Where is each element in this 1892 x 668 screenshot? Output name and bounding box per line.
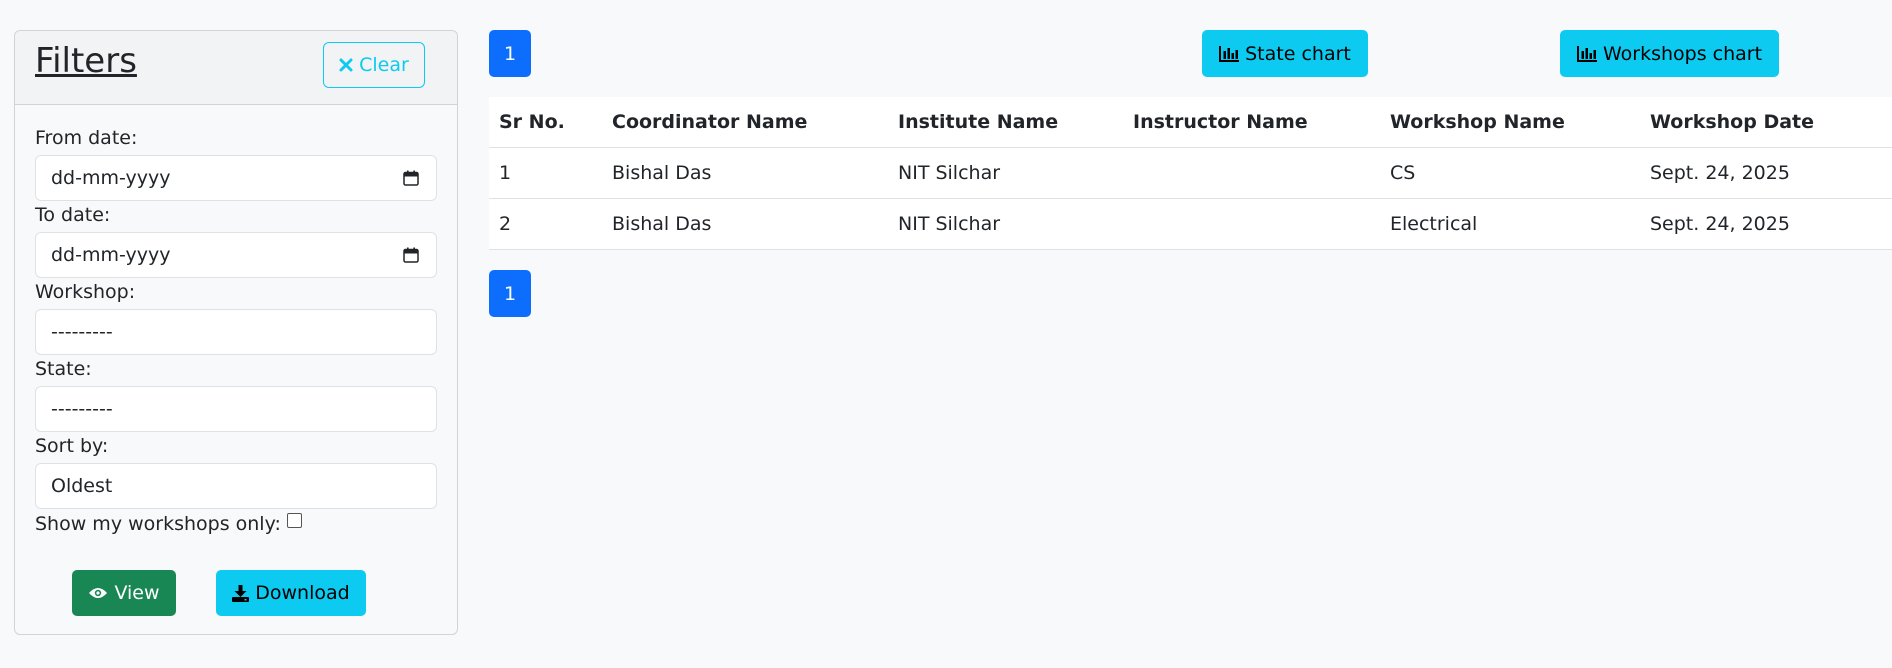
cell-workshop-name: Electrical <box>1380 198 1640 250</box>
header-coordinator-name: Coordinator Name <box>602 97 888 148</box>
sort-by-select-value: Oldest <box>51 475 113 497</box>
to-date-input[interactable]: dd-mm-yyyy <box>35 232 437 278</box>
table-row: 2 Bishal Das NIT Silchar Electrical Sept… <box>489 198 1892 250</box>
cell-instructor-name <box>1123 147 1380 199</box>
filters-title: Filters <box>35 41 137 81</box>
workshops-table: Sr No. Coordinator Name Institute Name I… <box>489 97 1892 250</box>
workshops-chart-button[interactable]: Workshops chart <box>1560 30 1779 77</box>
cell-instructor-name <box>1123 198 1380 250</box>
header-workshop-date: Workshop Date <box>1640 97 1892 148</box>
state-select-value: --------- <box>51 398 113 420</box>
header-instructor-name: Instructor Name <box>1123 97 1380 148</box>
from-date-label: From date: <box>35 127 138 149</box>
clear-button-label: Clear <box>359 54 409 76</box>
state-label: State: <box>35 358 92 380</box>
state-chart-button[interactable]: State chart <box>1202 30 1368 77</box>
calendar-icon[interactable] <box>403 170 419 186</box>
show-my-workshops-row: Show my workshops only: <box>35 512 302 535</box>
from-date-input[interactable]: dd-mm-yyyy <box>35 155 437 201</box>
view-button[interactable]: View <box>72 570 176 616</box>
to-date-label: To date: <box>35 204 111 226</box>
state-chart-label: State chart <box>1245 42 1351 65</box>
cell-coordinator-name: Bishal Das <box>602 147 888 199</box>
sort-by-label: Sort by: <box>35 435 109 457</box>
cell-workshop-date: Sept. 24, 2025 <box>1640 198 1892 250</box>
filters-panel: Filters Clear From date: dd-mm-yyyy To d… <box>14 30 458 635</box>
header-workshop-name: Workshop Name <box>1380 97 1640 148</box>
filters-header: Filters Clear <box>15 31 457 105</box>
download-icon <box>232 584 250 602</box>
workshops-chart-label: Workshops chart <box>1602 42 1763 65</box>
show-my-workshops-checkbox[interactable] <box>286 512 302 528</box>
cell-workshop-date: Sept. 24, 2025 <box>1640 147 1892 199</box>
bar-chart-icon <box>1219 45 1240 62</box>
show-my-workshops-label: Show my workshops only: <box>35 513 281 535</box>
clear-button[interactable]: Clear <box>323 42 425 88</box>
download-button[interactable]: Download <box>216 570 366 616</box>
cell-workshop-name: CS <box>1380 147 1640 199</box>
state-select[interactable]: --------- <box>35 386 437 432</box>
cell-sr-no: 1 <box>489 147 602 199</box>
sort-by-select[interactable]: Oldest <box>35 463 437 509</box>
cell-sr-no: 2 <box>489 198 602 250</box>
download-button-label: Download <box>255 582 350 604</box>
to-date-placeholder: dd-mm-yyyy <box>51 244 171 266</box>
cell-institute-name: NIT Silchar <box>888 147 1123 199</box>
from-date-placeholder: dd-mm-yyyy <box>51 167 171 189</box>
header-sr-no: Sr No. <box>489 97 602 148</box>
times-icon <box>339 58 353 72</box>
calendar-icon[interactable] <box>403 247 419 263</box>
table-row: 1 Bishal Das NIT Silchar CS Sept. 24, 20… <box>489 147 1892 199</box>
workshop-select-value: --------- <box>51 321 113 343</box>
workshop-label: Workshop: <box>35 281 136 303</box>
cell-institute-name: NIT Silchar <box>888 198 1123 250</box>
pagination-top-page-1[interactable]: 1 <box>489 30 531 77</box>
table-header-row: Sr No. Coordinator Name Institute Name I… <box>489 97 1892 148</box>
pagination-bottom-page-1[interactable]: 1 <box>489 270 531 317</box>
header-institute-name: Institute Name <box>888 97 1123 148</box>
bar-chart-icon <box>1576 45 1597 62</box>
view-button-label: View <box>114 582 160 604</box>
workshop-select[interactable]: --------- <box>35 309 437 355</box>
eye-icon <box>89 588 108 598</box>
cell-coordinator-name: Bishal Das <box>602 198 888 250</box>
